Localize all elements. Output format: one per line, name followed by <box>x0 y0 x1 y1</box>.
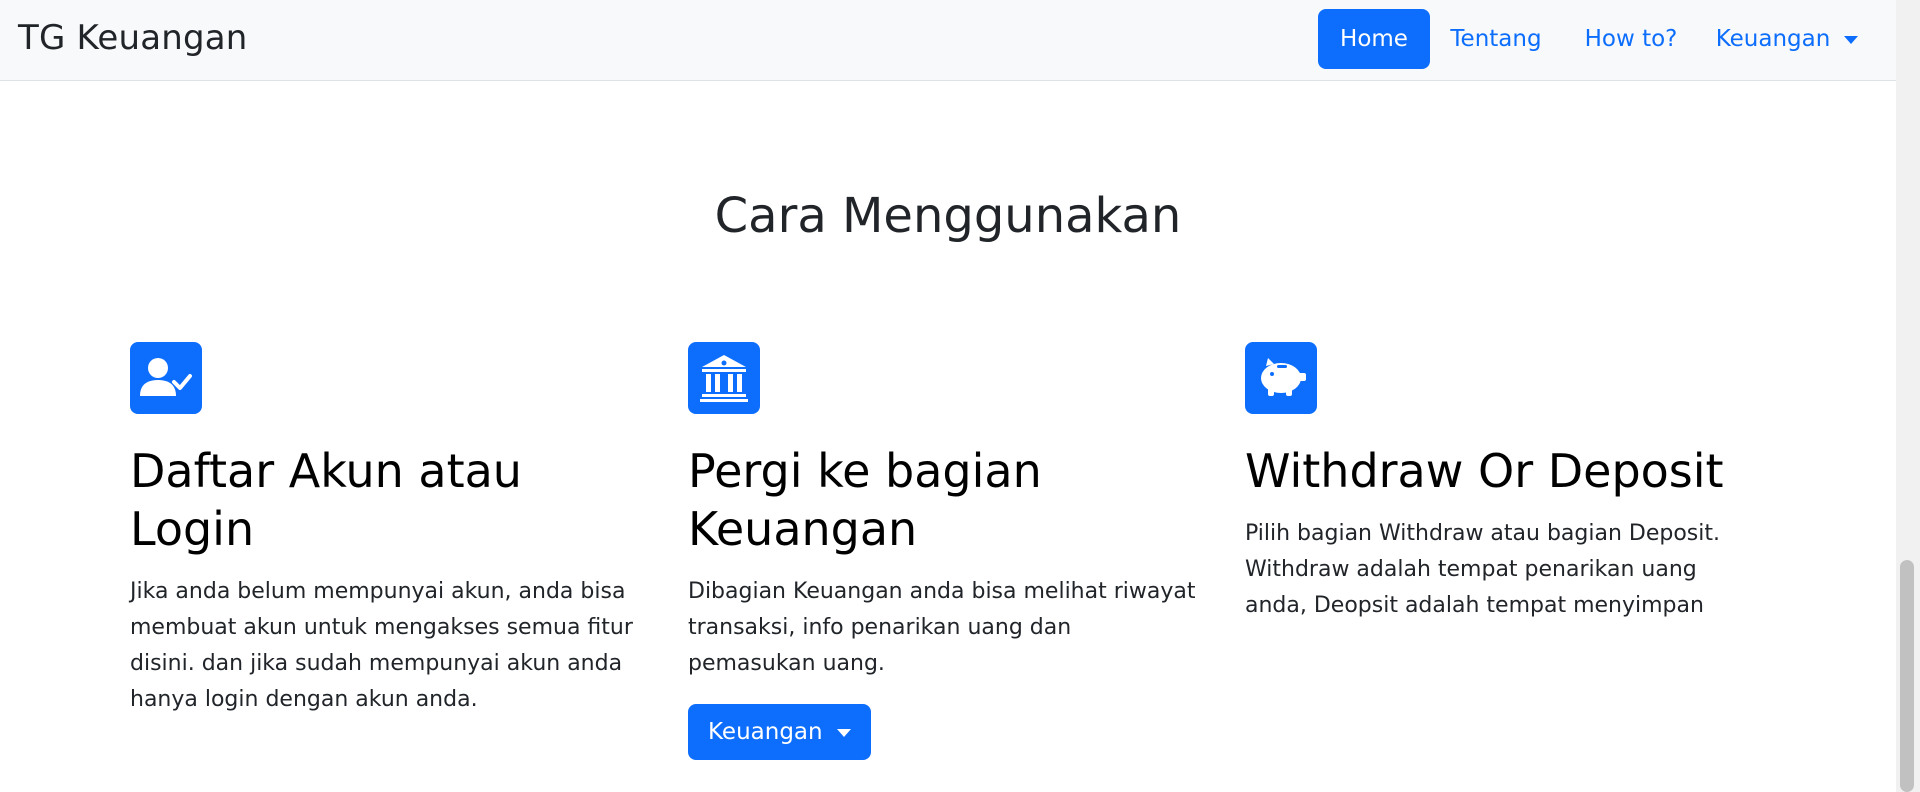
feature-text: Jika anda belum mempunyai akun, anda bis… <box>130 579 633 712</box>
feature-text: Dibagian Keuangan anda bisa melihat riwa… <box>688 579 1196 676</box>
keuangan-dropdown-button[interactable]: Keuangan <box>688 704 871 760</box>
keuangan-button-label: Keuangan <box>708 719 823 745</box>
piggy-bank-icon <box>1261 358 1306 396</box>
icon-box <box>1245 342 1317 414</box>
feature-register-login: Daftar Akun atau Login Jika anda belum m… <box>130 342 640 718</box>
section-title: Cara Menggunakan <box>714 188 1182 244</box>
feature-title: Pergi ke bagian Keuangan <box>688 444 1042 556</box>
nav-how-to[interactable]: How to? <box>1570 9 1692 69</box>
feature-keuangan: Pergi ke bagian Keuangan Dibagian Keuang… <box>688 342 1198 760</box>
icon-box <box>688 342 760 414</box>
feature-title: Withdraw Or Deposit <box>1245 444 1724 498</box>
nav-tentang[interactable]: Tentang <box>1442 9 1550 69</box>
nav-keuangan-dropdown[interactable]: Keuangan <box>1712 9 1862 69</box>
brand-link[interactable]: TG Keuangan <box>18 18 248 58</box>
nav-home[interactable]: Home <box>1318 9 1430 69</box>
scrollbar-thumb[interactable] <box>1900 560 1914 792</box>
feature-withdraw-deposit: Withdraw Or Deposit Pilih bagian Withdra… <box>1245 342 1755 624</box>
icon-box <box>130 342 202 414</box>
nav-keuangan-label: Keuangan <box>1715 26 1831 52</box>
caret-down-icon <box>836 728 851 737</box>
navbar: TG Keuangan Home Tentang How to? Keuanga… <box>0 0 1896 81</box>
caret-down-icon <box>1844 35 1859 44</box>
feature-title: Daftar Akun atau Login <box>130 444 522 556</box>
user-check-icon <box>140 358 192 396</box>
feature-text: Pilih bagian Withdraw atau bagian Deposi… <box>1245 521 1720 618</box>
bank-icon <box>700 355 748 402</box>
